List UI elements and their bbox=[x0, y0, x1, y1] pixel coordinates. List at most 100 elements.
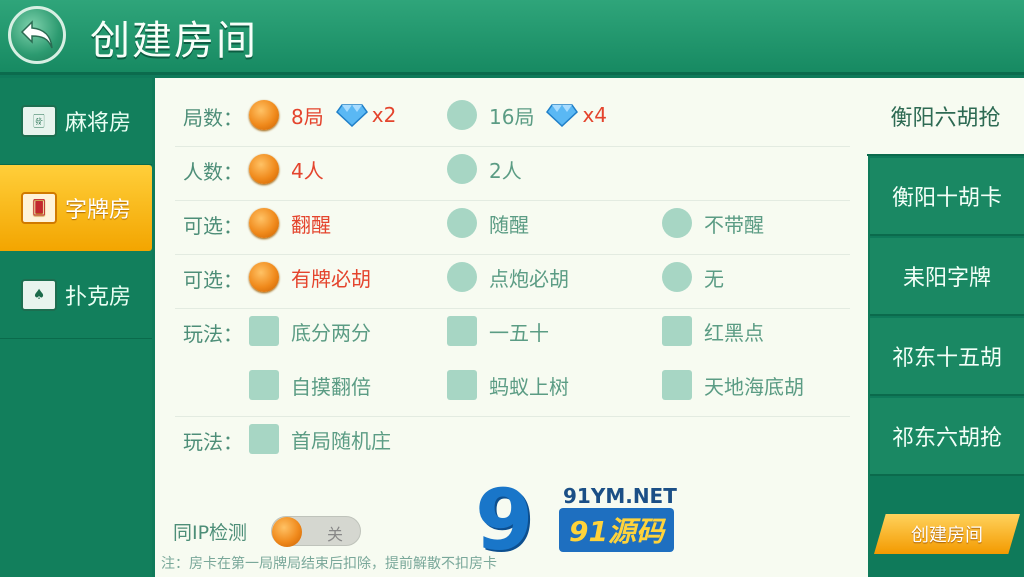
watermark-digit: 9 bbox=[475, 471, 534, 569]
optional1-label: 可选： bbox=[183, 214, 243, 238]
ip-check-toggle[interactable]: 关 bbox=[271, 516, 361, 547]
toggle-knob bbox=[272, 517, 302, 547]
gameplay1-row-2: 自摸翻倍 蚂蚁上树 天地海底胡 bbox=[155, 358, 868, 412]
gameplay1-option-2[interactable]: 一五十 bbox=[447, 316, 549, 346]
radio-on-icon bbox=[249, 262, 279, 292]
option-label: 16局 bbox=[489, 104, 535, 129]
sidebar-item-label: 麻将房 bbox=[64, 111, 131, 136]
mode-item-2[interactable]: 衡阳十胡卡 bbox=[870, 158, 1024, 236]
option-label: 红黑点 bbox=[704, 320, 764, 345]
optional2-label: 可选： bbox=[183, 268, 243, 292]
option-label: 底分两分 bbox=[291, 320, 371, 345]
gameplay1-option-3[interactable]: 红黑点 bbox=[662, 316, 764, 346]
diamond-cost: x4 bbox=[546, 103, 607, 127]
option-label: 首局随机庄 bbox=[291, 428, 391, 453]
gameplay1-option-6[interactable]: 天地海底胡 bbox=[662, 370, 804, 400]
gameplay2-label: 玩法： bbox=[183, 430, 243, 454]
mode-item-3[interactable]: 耒阳字牌 bbox=[870, 238, 1024, 316]
mode-item-4[interactable]: 祁东十五胡 bbox=[870, 318, 1024, 396]
diamond-icon bbox=[546, 104, 579, 127]
radio-on-icon bbox=[249, 208, 279, 238]
gameplay1-row: 玩法： 底分两分 一五十 红黑点 bbox=[155, 304, 868, 358]
checkbox-icon bbox=[662, 316, 692, 346]
ip-check-label: 同IP检测 bbox=[173, 522, 248, 544]
room-card-note: 注：房卡在第一局牌局结束后扣除，提前解散不扣房卡 bbox=[161, 556, 497, 572]
gameplay2-option-1[interactable]: 首局随机庄 bbox=[249, 424, 391, 454]
option-label: 点炮必胡 bbox=[489, 266, 569, 291]
players-row: 人数： 4人 2人 bbox=[155, 142, 868, 196]
radio-on-icon bbox=[249, 100, 279, 130]
radio-off-icon bbox=[447, 262, 477, 292]
players-option-2[interactable]: 2人 bbox=[447, 154, 522, 184]
checkbox-icon bbox=[249, 370, 279, 400]
checkbox-icon bbox=[249, 316, 279, 346]
option-label: 无 bbox=[704, 266, 724, 291]
optional2-row: 可选： 有牌必胡 点炮必胡 无 bbox=[155, 250, 868, 304]
optional2-option-3[interactable]: 无 bbox=[662, 262, 724, 292]
watermark-domain: 91YM.NET bbox=[563, 484, 677, 508]
radio-on-icon bbox=[249, 154, 279, 184]
option-label: 一五十 bbox=[489, 320, 549, 345]
option-label: 2人 bbox=[489, 158, 522, 183]
optional1-option-2[interactable]: 随醒 bbox=[447, 208, 529, 238]
optional2-option-1[interactable]: 有牌必胡 bbox=[249, 262, 371, 292]
settings-panel: 局数： 8局 x2 16局 x4 人数： 4人 2人 可选： 翻醒 随醒 不带醒… bbox=[155, 78, 868, 577]
rounds-option-16[interactable]: 16局 x4 bbox=[447, 100, 607, 130]
watermark-logo: 9 91YM.NET 91源码 bbox=[475, 478, 685, 568]
poker-cards-icon: ♠ bbox=[20, 279, 57, 311]
mode-item-1[interactable]: 衡阳六胡抢 bbox=[867, 78, 1024, 156]
radio-off-icon bbox=[662, 262, 692, 292]
cost-label: x4 bbox=[582, 103, 608, 127]
rounds-option-8[interactable]: 8局 x2 bbox=[249, 100, 396, 130]
gameplay2-row: 玩法： 首局随机庄 bbox=[155, 412, 868, 466]
mode-item-5[interactable]: 祁东六胡抢 bbox=[870, 398, 1024, 476]
option-label: 有牌必胡 bbox=[291, 266, 371, 291]
gameplay1-option-4[interactable]: 自摸翻倍 bbox=[249, 370, 371, 400]
mahjong-tile-icon: 🀅 bbox=[20, 105, 57, 137]
toggle-state: 关 bbox=[327, 525, 344, 544]
room-type-sidebar: 🀅 麻将房 🂠 字牌房 ♠ 扑克房 bbox=[0, 78, 152, 577]
players-label: 人数： bbox=[183, 160, 243, 184]
radio-off-icon bbox=[447, 154, 477, 184]
radio-off-icon bbox=[447, 208, 477, 238]
option-label: 自摸翻倍 bbox=[291, 374, 371, 399]
option-label: 翻醒 bbox=[291, 212, 331, 237]
sidebar-item-mahjong[interactable]: 🀅 麻将房 bbox=[0, 78, 152, 164]
checkbox-icon bbox=[447, 370, 477, 400]
gameplay1-option-5[interactable]: 蚂蚁上树 bbox=[447, 370, 569, 400]
optional1-row: 可选： 翻醒 随醒 不带醒 bbox=[155, 196, 868, 250]
diamond-icon bbox=[335, 104, 368, 127]
radio-off-icon bbox=[662, 208, 692, 238]
cost-label: x2 bbox=[371, 103, 397, 127]
players-option-4[interactable]: 4人 bbox=[249, 154, 324, 184]
sidebar-item-label: 扑克房 bbox=[64, 285, 131, 310]
optional1-option-3[interactable]: 不带醒 bbox=[662, 208, 764, 238]
page-title: 创建房间 bbox=[90, 18, 258, 64]
sidebar-item-word-cards[interactable]: 🂠 字牌房 bbox=[0, 165, 152, 251]
watermark-brand: 91源码 bbox=[559, 508, 674, 552]
rounds-label: 局数： bbox=[183, 106, 243, 130]
create-room-button[interactable]: 创建房间 bbox=[874, 514, 1020, 554]
checkbox-icon bbox=[662, 370, 692, 400]
option-label: 蚂蚁上树 bbox=[489, 374, 569, 399]
optional1-option-1[interactable]: 翻醒 bbox=[249, 208, 331, 238]
optional2-option-2[interactable]: 点炮必胡 bbox=[447, 262, 569, 292]
nav-divider bbox=[0, 338, 152, 339]
diamond-cost: x2 bbox=[335, 103, 397, 127]
checkbox-icon bbox=[447, 316, 477, 346]
header-bar: 创建房间 bbox=[0, 0, 1024, 75]
sidebar-item-poker[interactable]: ♠ 扑克房 bbox=[0, 252, 152, 338]
option-label: 不带醒 bbox=[704, 212, 764, 237]
sidebar-item-label: 字牌房 bbox=[64, 198, 131, 223]
checkbox-icon bbox=[249, 424, 279, 454]
gameplay1-option-1[interactable]: 底分两分 bbox=[249, 316, 371, 346]
word-cards-icon: 🂠 bbox=[20, 192, 57, 224]
option-label: 天地海底胡 bbox=[704, 374, 804, 399]
back-button[interactable] bbox=[8, 6, 66, 64]
option-label: 随醒 bbox=[489, 212, 529, 237]
option-label: 8局 bbox=[291, 104, 324, 129]
gameplay1-label: 玩法： bbox=[183, 322, 243, 346]
rounds-row: 局数： 8局 x2 16局 x4 bbox=[155, 88, 868, 142]
option-label: 4人 bbox=[291, 158, 324, 183]
back-arrow-icon bbox=[20, 20, 53, 49]
